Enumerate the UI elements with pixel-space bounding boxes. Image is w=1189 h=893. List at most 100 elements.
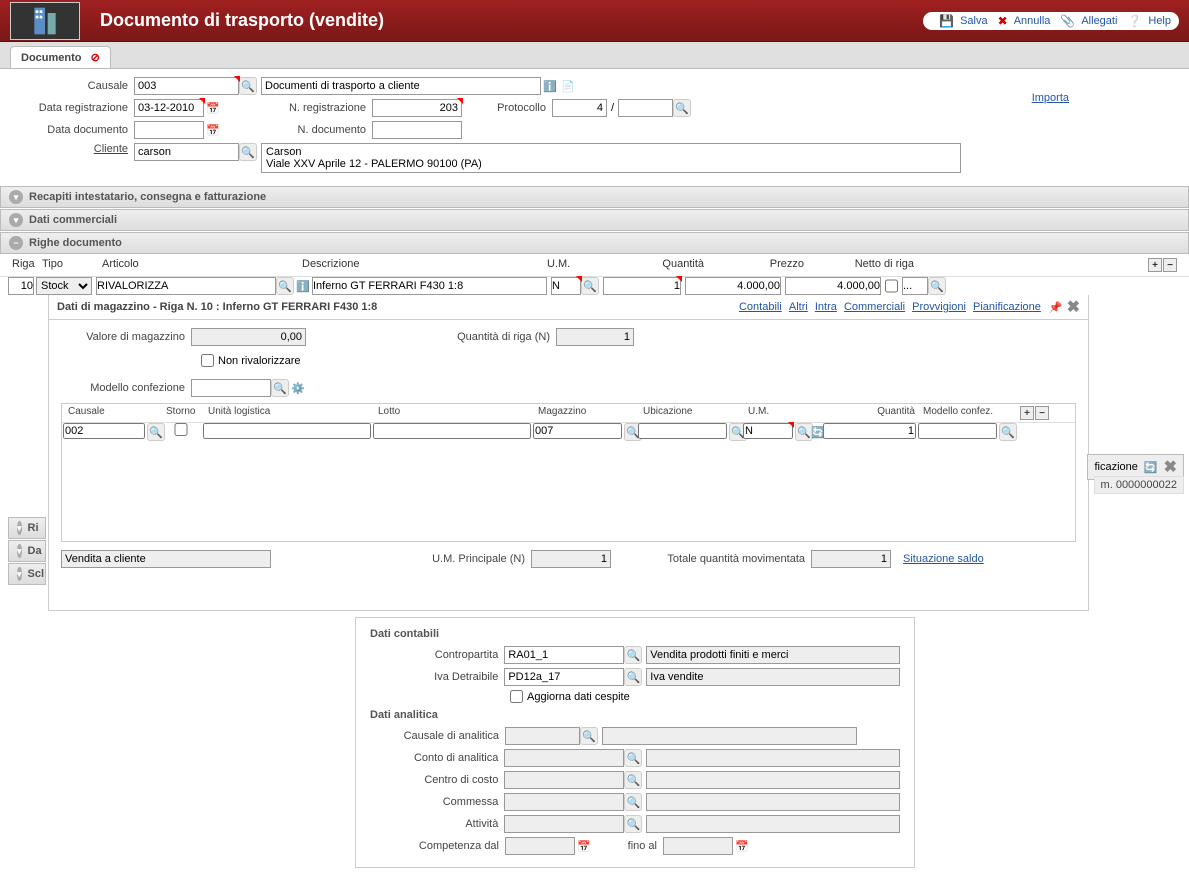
ndoc-input[interactable] <box>372 121 462 139</box>
descrizione-cell[interactable]: Inferno GT FERRARI F430 1:8 <box>312 277 547 295</box>
articolo-cell[interactable]: RIVALORIZZA <box>96 277 276 295</box>
add-row-button[interactable]: + <box>1148 258 1162 272</box>
mov-quantita[interactable]: 1 <box>823 423 916 439</box>
info-icon[interactable]: ℹ️ <box>294 277 312 295</box>
netto-cell[interactable]: 4.000,00 <box>785 277 881 295</box>
section-da[interactable]: ▾Da <box>8 540 46 562</box>
anal-commessa[interactable] <box>504 793 624 811</box>
info-icon[interactable]: ℹ️ <box>541 77 559 95</box>
tab-contabili[interactable]: Contabili <box>739 301 782 313</box>
lookup-icon[interactable]: 🔍 <box>624 749 642 767</box>
mov-lotto[interactable] <box>373 423 531 439</box>
situazione-saldo-link[interactable]: Situazione saldo <box>903 553 984 565</box>
qtariga-label: Quantità di riga (N) <box>306 331 556 343</box>
contropartita-input[interactable]: RA01_1 <box>504 646 624 664</box>
gear-icon[interactable]: ⚙️ <box>289 379 307 397</box>
modconf-lookup-icon[interactable]: 🔍 <box>271 379 289 397</box>
lookup-icon[interactable]: 🔍 <box>624 646 642 664</box>
section-righe[interactable]: −Righe documento <box>0 232 1189 254</box>
articolo-lookup-icon[interactable]: 🔍 <box>276 277 294 295</box>
tab-altri[interactable]: Altri <box>789 301 808 313</box>
anal-attivita[interactable] <box>504 815 624 833</box>
mov-causale[interactable]: 002 <box>63 423 145 439</box>
page-title: Documento di trasporto (vendite) <box>100 10 923 31</box>
pin-icon[interactable]: 📌 <box>1049 301 1063 314</box>
close-icon[interactable]: ⊘ <box>91 52 100 64</box>
umprinc-field: 1 <box>531 550 611 568</box>
protocollo-extra-input[interactable] <box>618 99 673 117</box>
calendar-icon[interactable]: 📅 <box>204 99 222 117</box>
nonrivalorizzare-check[interactable] <box>201 354 214 367</box>
mov-magazzino[interactable]: 007 <box>533 423 622 439</box>
aggiorna-check[interactable] <box>510 690 523 703</box>
close-icon[interactable]: ✖ <box>1164 457 1177 477</box>
mov-um[interactable]: N <box>743 423 793 439</box>
iva-input[interactable]: PD12a_17 <box>504 668 624 686</box>
totqta-label: Totale quantità movimentata <box>611 553 811 565</box>
panel-tabs: Contabili Altri Intra Commerciali Provvi… <box>735 301 1041 313</box>
causale-input[interactable]: 003 <box>134 77 239 95</box>
lookup-icon[interactable]: 🔍 <box>624 668 642 686</box>
add-mov-button[interactable]: + <box>1020 406 1034 420</box>
cancel-button[interactable]: ✖Annulla <box>994 14 1051 28</box>
cliente-label[interactable]: Cliente <box>14 143 134 155</box>
section-ri[interactable]: ▾Ri <box>8 517 46 539</box>
protocollo-lookup-icon[interactable]: 🔍 <box>673 99 691 117</box>
attachments-button[interactable]: 📎Allegati <box>1056 14 1117 28</box>
compdal-input[interactable] <box>505 837 575 855</box>
prezzo-cell[interactable]: 4.000,00 <box>685 277 781 295</box>
tab-documento[interactable]: Documento ⊘ <box>10 46 111 68</box>
remove-mov-button[interactable]: − <box>1035 406 1049 420</box>
mov-ubicazione[interactable] <box>638 423 727 439</box>
lookup-icon[interactable]: 🔍 <box>624 793 642 811</box>
mov-modconf[interactable] <box>918 423 997 439</box>
lookup-icon[interactable]: 🔍 <box>624 771 642 789</box>
document-icon[interactable]: 📄 <box>559 77 577 95</box>
quantita-cell[interactable]: 1 <box>603 277 681 295</box>
cliente-lookup-icon[interactable]: 🔍 <box>239 143 257 161</box>
anal-causale[interactable] <box>505 727 580 745</box>
modconf-input[interactable] <box>191 379 271 397</box>
calendar-icon[interactable]: 📅 <box>575 837 593 855</box>
calendar-icon[interactable]: 📅 <box>204 121 222 139</box>
modconf-label: Modello confezione <box>61 382 191 394</box>
section-recapiti[interactable]: ▾Recapiti intestatario, consegna e fattu… <box>0 186 1189 208</box>
accounting-form: Dati contabili Contropartita RA01_1 🔍 Ve… <box>355 617 915 868</box>
close-icon[interactable]: ✖ <box>1067 297 1080 317</box>
nreg-label: N. registrazione <box>222 102 372 114</box>
importa-link[interactable]: Importa <box>1032 92 1069 104</box>
datadoc-input[interactable] <box>134 121 204 139</box>
anal-centro[interactable] <box>504 771 624 789</box>
tab-intra[interactable]: Intra <box>815 301 837 313</box>
expand-icon: ▾ <box>9 213 23 227</box>
protocollo-input[interactable]: 4 <box>552 99 607 117</box>
anal-conto[interactable] <box>504 749 624 767</box>
finoal-input[interactable] <box>663 837 733 855</box>
calendar-icon[interactable]: 📅 <box>733 837 751 855</box>
section-scl[interactable]: ▾Scl <box>8 563 46 585</box>
mov-unita[interactable] <box>203 423 371 439</box>
extra-cell[interactable]: ... <box>902 277 928 295</box>
um-lookup-icon[interactable]: 🔍 <box>581 277 599 295</box>
datareg-input[interactable]: 03-12-2010 <box>134 99 204 117</box>
lookup-icon[interactable]: 🔍 <box>580 727 598 745</box>
riga-cell[interactable]: 10 <box>8 277 34 295</box>
save-button[interactable]: 💾Salva <box>935 14 987 28</box>
refresh-icon[interactable]: 🔄 <box>1144 461 1158 474</box>
lookup-icon[interactable]: 🔍 <box>624 815 642 833</box>
nreg-input[interactable]: 203 <box>372 99 462 117</box>
tab-pianificazione[interactable]: Pianificazione <box>973 301 1041 313</box>
cliente-input[interactable]: carson <box>134 143 239 161</box>
mov-storno-check[interactable] <box>161 423 201 436</box>
row-check[interactable] <box>885 277 898 295</box>
help-button[interactable]: ❔Help <box>1123 14 1171 28</box>
extra-lookup-icon[interactable]: 🔍 <box>928 277 946 295</box>
tab-commerciali[interactable]: Commerciali <box>844 301 905 313</box>
remove-row-button[interactable]: − <box>1163 258 1177 272</box>
tipo-select[interactable]: Stock <box>36 277 92 295</box>
causale-lookup-icon[interactable]: 🔍 <box>239 77 257 95</box>
lookup-icon[interactable]: 🔍 <box>999 423 1017 441</box>
totqta-field: 1 <box>811 550 891 568</box>
section-commerciali[interactable]: ▾Dati commerciali <box>0 209 1189 231</box>
tab-provvigioni[interactable]: Provvigioni <box>912 301 966 313</box>
